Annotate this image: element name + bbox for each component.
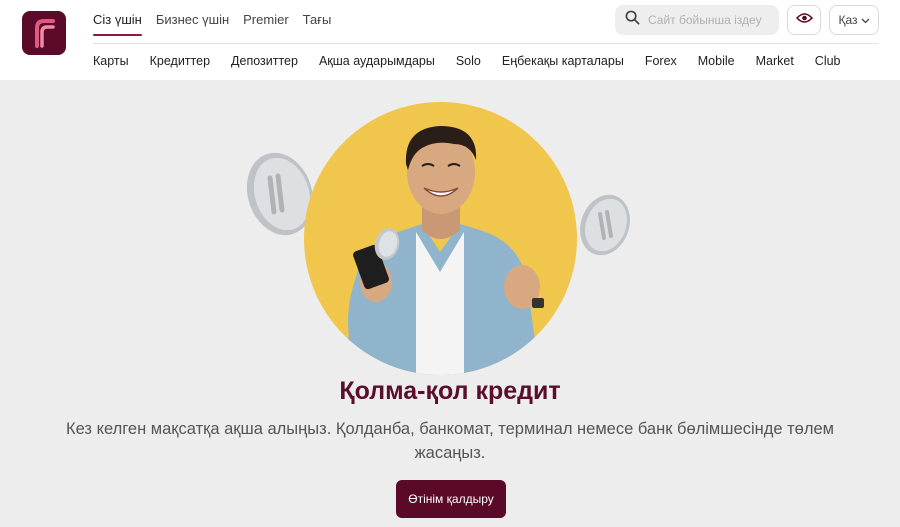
nav-item-credits[interactable]: Кредиттер (150, 54, 210, 68)
nav-item-mobile[interactable]: Mobile (698, 54, 735, 68)
bank-logo[interactable] (22, 11, 66, 55)
hero-subtitle: Кез келген мақсатқа ақша алыңыз. Қолданб… (66, 420, 834, 462)
nav-item-market[interactable]: Market (756, 54, 794, 68)
header-divider (93, 43, 878, 44)
nav-item-club[interactable]: Club (815, 54, 841, 68)
tab-more[interactable]: Тағы (303, 12, 332, 36)
chevron-down-icon (861, 13, 870, 27)
language-selector[interactable]: Қаз (829, 5, 879, 35)
accessibility-button[interactable] (787, 5, 821, 35)
hero-image (304, 102, 577, 375)
coin-right-icon (578, 192, 632, 263)
search-box[interactable] (615, 5, 779, 35)
search-input[interactable] (648, 13, 778, 27)
nav-item-transfers[interactable]: Ақша аударымдары (319, 54, 435, 68)
site-header: Сіз үшін Бизнес үшін Premier Тағы Қаз Ка… (0, 0, 900, 80)
apply-button[interactable]: Өтінім қалдыру (396, 480, 506, 518)
tab-premier[interactable]: Premier (243, 12, 289, 36)
hero-title: Қолма-қол кредит (339, 377, 561, 405)
nav-item-salary-cards[interactable]: Еңбекақы карталары (502, 54, 624, 68)
nav-item-cards[interactable]: Карты (93, 54, 129, 68)
search-icon (625, 10, 640, 30)
nav-item-deposits[interactable]: Депозиттер (231, 54, 298, 68)
tab-business[interactable]: Бизнес үшін (156, 12, 229, 36)
top-tabs: Сіз үшін Бизнес үшін Premier Тағы (93, 12, 345, 36)
nav-item-solo[interactable]: Solo (456, 54, 481, 68)
language-label: Қаз (838, 13, 858, 27)
sub-nav: Карты Кредиттер Депозиттер Ақша аударымд… (93, 54, 862, 68)
coin-small-icon (372, 226, 402, 267)
smiling-man-with-phone-illustration (344, 126, 544, 375)
tab-for-you[interactable]: Сіз үшін (93, 12, 142, 36)
eye-icon (795, 11, 813, 29)
nav-item-forex[interactable]: Forex (645, 54, 677, 68)
